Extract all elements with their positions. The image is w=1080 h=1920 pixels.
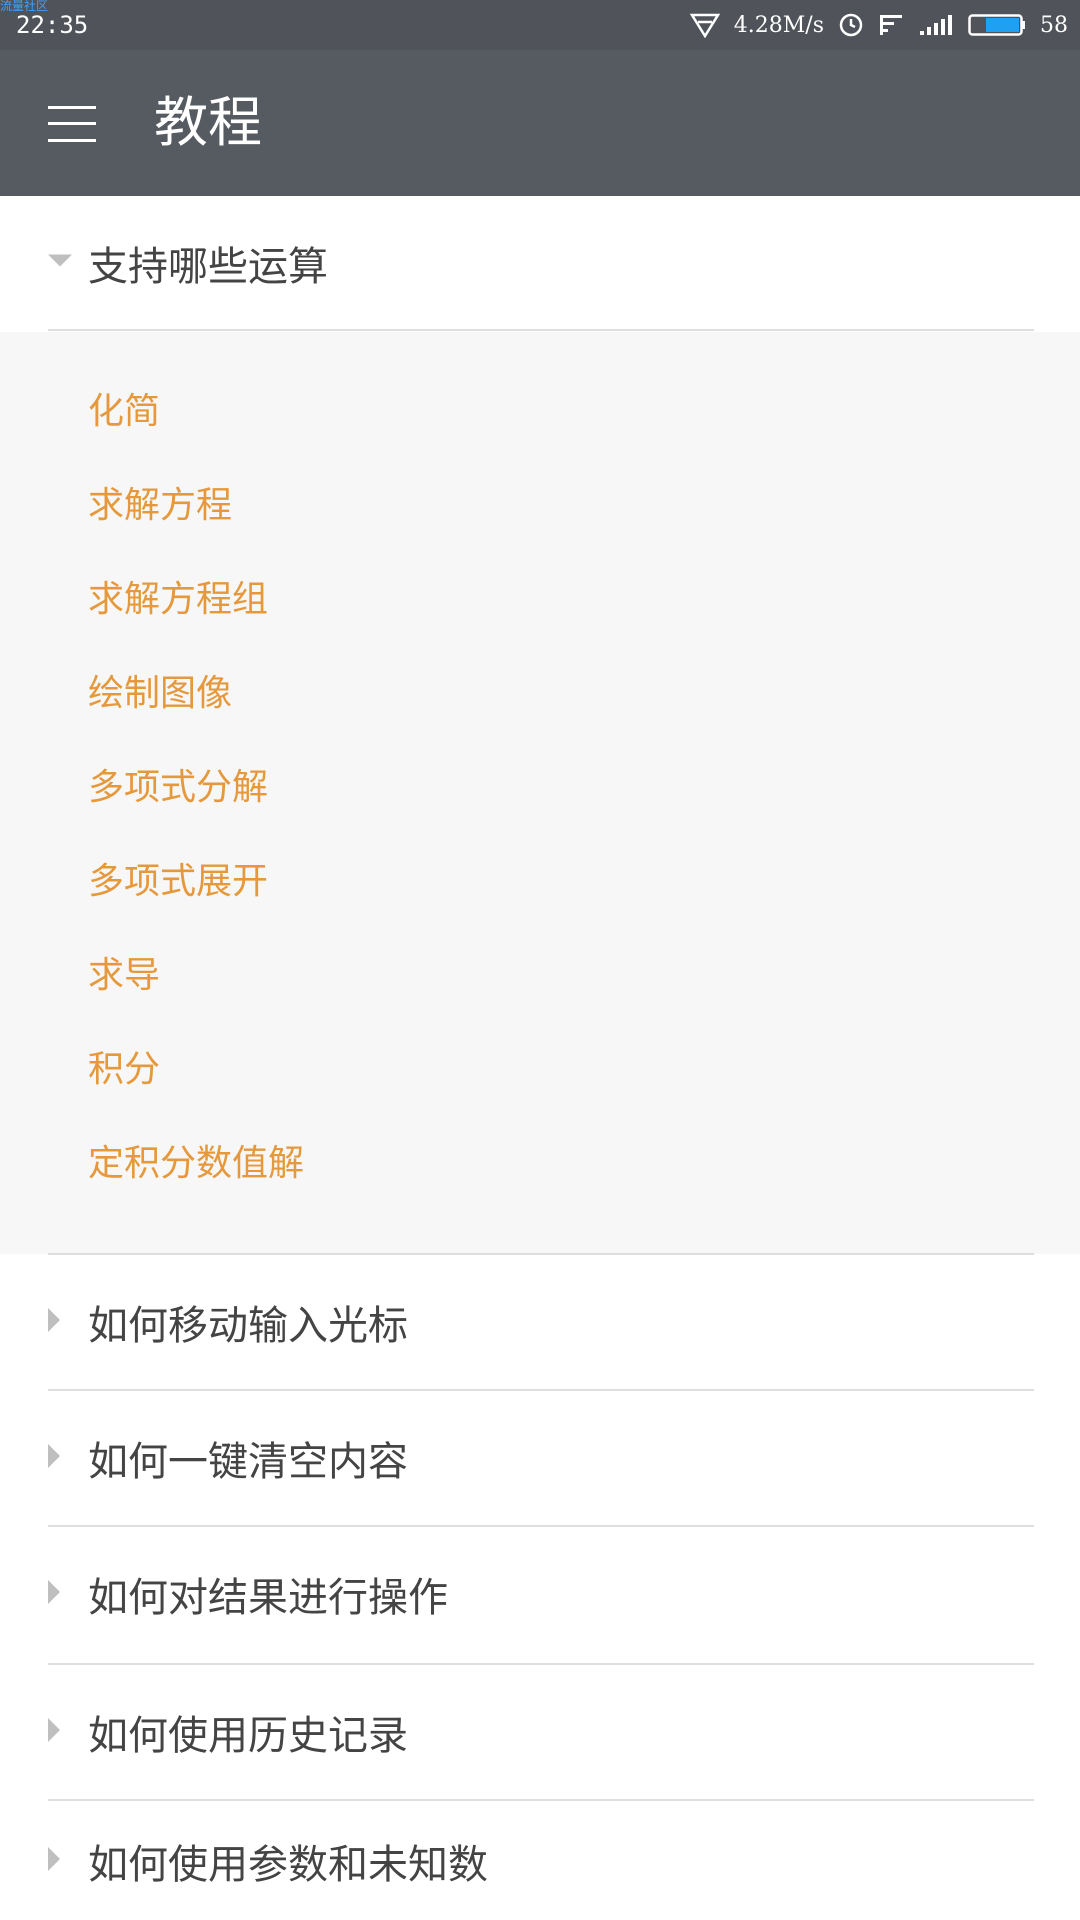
menu-button[interactable]: [40, 94, 104, 154]
net-speed: 4.28M/s: [733, 12, 824, 38]
battery-level: 58: [1040, 12, 1068, 38]
page-title: 教程: [154, 91, 262, 154]
chevron-right-icon: [48, 1846, 62, 1875]
cellular-signal-icon: [918, 13, 954, 37]
wifi-icon: [689, 12, 720, 38]
battery-icon: [968, 13, 1026, 37]
operation-item-factor-polynomial[interactable]: 多项式分解: [88, 764, 268, 812]
chevron-right-icon: [48, 1580, 62, 1608]
section-divider: [48, 329, 1034, 331]
chevron-right-icon: [48, 1718, 62, 1746]
section-label: 如何一键清空内容: [88, 1439, 408, 1485]
menu-icon: [48, 106, 96, 142]
alarm-icon: [838, 12, 864, 38]
section-label: 如何使用参数和未知数: [88, 1841, 488, 1888]
signal-bars-icon: [878, 13, 904, 37]
chevron-right-icon: [48, 1444, 62, 1472]
section-label: 如何对结果进行操作: [88, 1575, 448, 1621]
section-header-move-cursor[interactable]: 如何移动输入光标: [0, 1255, 1080, 1389]
section-label: 如何使用历史记录: [88, 1713, 408, 1759]
operation-item-expand-polynomial[interactable]: 多项式展开: [88, 858, 268, 906]
operation-item-derivative[interactable]: 求导: [88, 952, 160, 1000]
section-label: 支持哪些运算: [88, 244, 328, 290]
operation-item-solve-system[interactable]: 求解方程组: [88, 576, 268, 624]
status-bar: 流量社区 22:35 4.28M/s 58: [0, 0, 1080, 50]
chevron-right-icon: [48, 1308, 62, 1336]
section-label: 如何移动输入光标: [88, 1303, 408, 1349]
section-header-clear-content[interactable]: 如何一键清空内容: [0, 1391, 1080, 1525]
operation-item-plot-graph[interactable]: 绘制图像: [88, 670, 232, 718]
app-bar: 教程: [0, 50, 1080, 196]
operation-item-simplify[interactable]: 化简: [88, 388, 160, 436]
section-header-result-operations[interactable]: 如何对结果进行操作: [0, 1527, 1080, 1661]
status-time: 22:35: [16, 11, 89, 39]
section-header-supported-operations[interactable]: 支持哪些运算: [0, 196, 1080, 330]
chevron-down-icon: [48, 254, 72, 273]
supported-operations-panel: 化简 求解方程 求解方程组 绘制图像 多项式分解 多项式展开 求导 积分 定积分…: [0, 332, 1080, 1254]
operation-item-integral[interactable]: 积分: [88, 1046, 160, 1094]
section-header-parameters-unknowns[interactable]: 如何使用参数和未知数: [0, 1801, 1080, 1920]
operation-item-solve-equation[interactable]: 求解方程: [88, 482, 232, 530]
section-header-history[interactable]: 如何使用历史记录: [0, 1665, 1080, 1799]
operation-item-definite-integral[interactable]: 定积分数值解: [88, 1140, 304, 1188]
status-icons: 4.28M/s 58: [689, 10, 1068, 40]
